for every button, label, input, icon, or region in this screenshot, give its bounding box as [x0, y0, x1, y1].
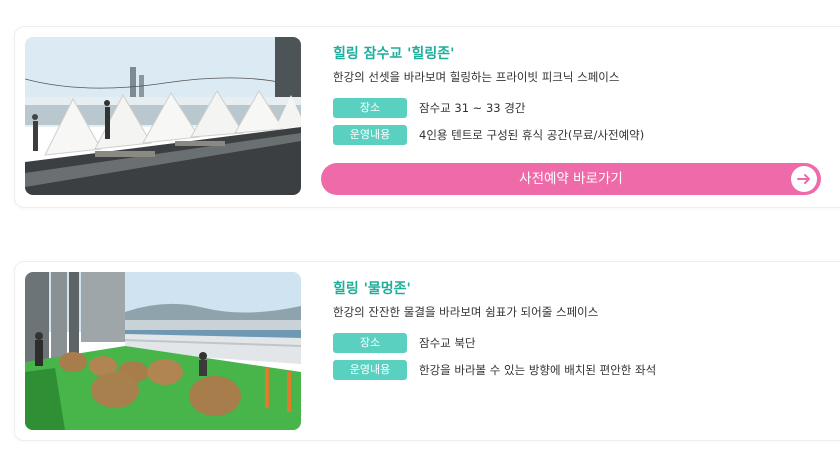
operation-tag: 운영내용 [333, 125, 407, 145]
tent-pavilions-photo [25, 37, 301, 195]
reservation-button[interactable]: 사전예약 바로가기 [321, 163, 821, 195]
location-tag: 장소 [333, 333, 407, 353]
program-card-water-zone: 힐링 '물멍존' 한강의 잔잔한 물결을 바라보며 쉼표가 되어줄 스페이스 장… [14, 261, 840, 441]
reservation-button-label: 사전예약 바로가기 [519, 171, 623, 187]
wooden-seats-photo [25, 272, 301, 430]
program-card-healing-zone: 힐링 잠수교 '힐링존' 한강의 선셋을 바라보며 힐링하는 프라이빗 피크닉 … [14, 26, 840, 208]
location-row: 장소 잠수교 31 ~ 33 경간 [333, 98, 525, 118]
location-row: 장소 잠수교 북단 [333, 333, 476, 353]
arrow-right-icon [791, 166, 817, 192]
location-value: 잠수교 북단 [419, 336, 476, 350]
card-title: 힐링 잠수교 '힐링존' [333, 46, 455, 62]
card-description: 한강의 잔잔한 물결을 바라보며 쉼표가 되어줄 스페이스 [333, 305, 599, 319]
operation-row: 운영내용 4인용 텐트로 구성된 휴식 공간(무료/사전예약) [333, 125, 644, 145]
operation-row: 운영내용 한강을 바라볼 수 있는 방향에 배치된 편안한 좌석 [333, 360, 656, 380]
operation-value: 4인용 텐트로 구성된 휴식 공간(무료/사전예약) [419, 128, 645, 142]
operation-value: 한강을 바라볼 수 있는 방향에 배치된 편안한 좌석 [419, 363, 657, 377]
card-title: 힐링 '물멍존' [333, 281, 411, 297]
card-description: 한강의 선셋을 바라보며 힐링하는 프라이빗 피크닉 스페이스 [333, 70, 620, 84]
location-value: 잠수교 31 ~ 33 경간 [419, 101, 526, 115]
location-tag: 장소 [333, 98, 407, 118]
operation-tag: 운영내용 [333, 360, 407, 380]
